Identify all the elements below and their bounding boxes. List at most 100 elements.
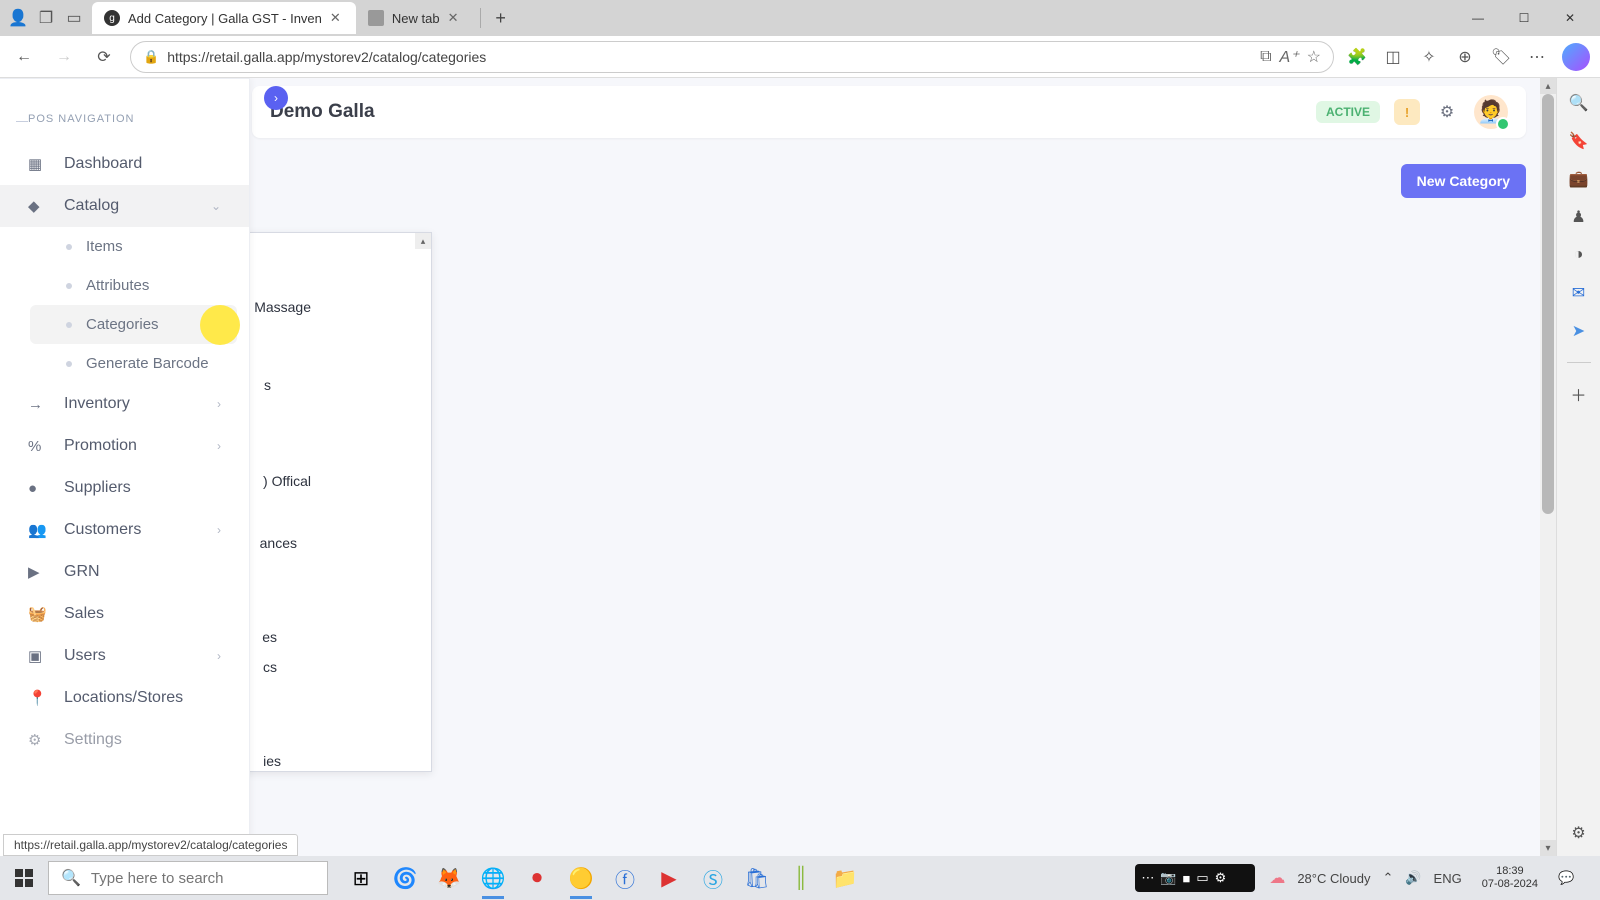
copilot-icon[interactable] [1562,43,1590,71]
sidebar-item-settings[interactable]: ⚙ Settings [0,719,249,761]
forward-button[interactable]: → [50,43,78,71]
open-external-icon[interactable]: ⧉ [1260,48,1271,66]
sidebar-item-inventory[interactable]: → Inventory › [0,383,249,425]
skype-icon[interactable]: Ⓢ [698,863,728,893]
customers-icon: 👥 [28,521,48,539]
scroll-up-button[interactable]: ▴ [1540,78,1556,94]
sidebar-item-users[interactable]: ▣ Users › [0,635,249,677]
back-button[interactable]: ← [10,43,38,71]
store-icon[interactable]: 🛍 [742,863,772,893]
read-aloud-icon[interactable]: A⁺ [1280,47,1299,67]
settings-sidebar-icon[interactable]: ⚙ [1568,822,1590,844]
search-sidebar-icon[interactable]: 🔍 [1568,92,1590,114]
favorite-icon[interactable]: ☆ [1307,47,1321,67]
profile-icon[interactable]: 👤 [8,8,28,28]
gamebar-widget[interactable]: ⋯ 📷 ■ ▭ ⚙ [1135,864,1255,892]
games-sidebar-icon[interactable]: ♟ [1568,206,1590,228]
close-icon[interactable]: ✕ [330,10,344,26]
edge-sidebar: 🔍 🔖 💼 ♟ ◑ ✉ ➤ ＋ ⚙ [1556,78,1600,856]
tab-divider [480,8,481,28]
more-icon[interactable]: ⋯ [1526,46,1548,68]
tag-sidebar-icon[interactable]: 🔖 [1568,130,1590,152]
facebook-icon[interactable]: ⓕ [610,863,640,893]
scroll-thumb[interactable] [1542,94,1554,514]
send-sidebar-icon[interactable]: ➤ [1568,320,1590,342]
scroll-down-button[interactable]: ▾ [1540,840,1556,856]
shopping-icon[interactable]: 🏷 [1490,46,1512,68]
record-icon[interactable]: ⏺ [522,863,552,893]
sidebar-sub-label: Attributes [86,277,149,294]
extensions-icon[interactable]: 🧩 [1346,46,1368,68]
outlook-sidebar-icon[interactable]: ✉ [1568,282,1590,304]
firefox-icon[interactable]: 🦊 [434,863,464,893]
maximize-button[interactable]: ☐ [1510,4,1538,32]
avatar[interactable]: 🧑‍💼 [1474,95,1508,129]
tab-active[interactable]: g Add Category | Galla GST - Inven ✕ [92,2,356,34]
explorer-icon[interactable]: 📁 [830,863,860,893]
close-window-button[interactable]: ✕ [1556,4,1584,32]
tab-title: New tab [392,11,440,26]
sidebar-sub-attributes[interactable]: Attributes [30,266,237,305]
sidebar-item-grn[interactable]: ▶ GRN [0,551,249,593]
clock[interactable]: 18:39 07-08-2024 [1474,865,1546,891]
search-input[interactable] [91,870,315,887]
sidebar-sub-categories[interactable]: Categories [30,305,237,344]
sidebar-item-suppliers[interactable]: ● Suppliers [0,467,249,509]
sidebar-sub-items[interactable]: Items [30,227,237,266]
copilot-taskbar-icon[interactable]: 🌀 [390,863,420,893]
start-button[interactable] [0,856,48,900]
dropdown-scroll-up[interactable]: ▴ [415,233,431,249]
favorites-bar-icon[interactable]: ✧ [1418,46,1440,68]
youtube-icon[interactable]: ▶ [654,863,684,893]
close-icon[interactable]: ✕ [448,10,462,26]
notifications-icon[interactable]: 💬 [1558,870,1586,886]
suppliers-icon: ● [28,480,48,497]
tally-icon[interactable]: ║ [786,863,816,893]
content-scrollbar[interactable]: ▴ ▾ [1540,78,1556,856]
sidebar-collapse-button[interactable]: › [264,86,288,110]
sidebar-item-label: Catalog [64,197,119,215]
briefcase-sidebar-icon[interactable]: 💼 [1568,168,1590,190]
split-screen-icon[interactable]: ◫ [1382,46,1404,68]
sidebar-item-label: Customers [64,521,141,539]
sidebar-item-promotion[interactable]: % Promotion › [0,425,249,467]
refresh-button[interactable]: ⟳ [90,43,118,71]
task-view-icon[interactable]: ⊞ [346,863,376,893]
sidebar-item-dashboard[interactable]: ▦ Dashboard [0,143,249,185]
sidebar-item-locations[interactable]: 📍 Locations/Stores [0,677,249,719]
window-controls: — ☐ ✕ [1464,4,1592,32]
collections-icon[interactable]: ⊕ [1454,46,1476,68]
sidebar-item-label: Settings [64,731,122,749]
taskbar-search[interactable]: 🔍 [48,861,328,895]
url-bar[interactable]: 🔒 https://retail.galla.app/mystorev2/cat… [130,41,1334,73]
sidebar-item-label: Inventory [64,395,130,413]
gear-icon[interactable]: ⚙ [1434,99,1460,125]
new-category-button[interactable]: New Category [1401,164,1526,198]
sidebar-sub-barcode[interactable]: Generate Barcode [30,344,237,383]
workspaces-icon[interactable]: ❐ [36,8,56,28]
sidebar-sub-label: Items [86,238,123,255]
edge-icon[interactable]: 🌐 [478,863,508,893]
lock-icon: 🔒 [143,49,159,65]
alert-badge[interactable]: ! [1394,99,1420,125]
sidebar-item-customers[interactable]: 👥 Customers › [0,509,249,551]
new-tab-button[interactable]: + [487,4,515,32]
status-bar-link: https://retail.galla.app/mystorev2/catal… [3,834,298,856]
chrome-icon[interactable]: 🟡 [566,863,596,893]
screen-icon: ▭ [1196,870,1208,886]
tab-inactive[interactable]: New tab ✕ [356,2,474,34]
tab-title: Add Category | Galla GST - Inven [128,11,322,26]
add-sidebar-icon[interactable]: ＋ [1568,383,1590,405]
weather-icon[interactable]: ☁ [1269,868,1285,888]
minimize-button[interactable]: — [1464,4,1492,32]
sound-icon[interactable]: 🔊 [1405,870,1421,886]
sidebar-item-catalog[interactable]: ◆ Catalog ⌄ [0,185,249,227]
tray-chevron-icon[interactable]: ⌃ [1382,870,1393,886]
tab-actions-icon[interactable]: ▭ [64,8,84,28]
dropdown-scrollbar[interactable]: ▴ [415,233,431,771]
sidebar-sub-label: Generate Barcode [86,355,209,372]
sidebar-item-sales[interactable]: 🧺 Sales [0,593,249,635]
office-sidebar-icon[interactable]: ◑ [1568,244,1590,266]
lang-indicator[interactable]: ENG [1434,871,1462,886]
weather-text[interactable]: 28°C Cloudy [1297,871,1370,886]
